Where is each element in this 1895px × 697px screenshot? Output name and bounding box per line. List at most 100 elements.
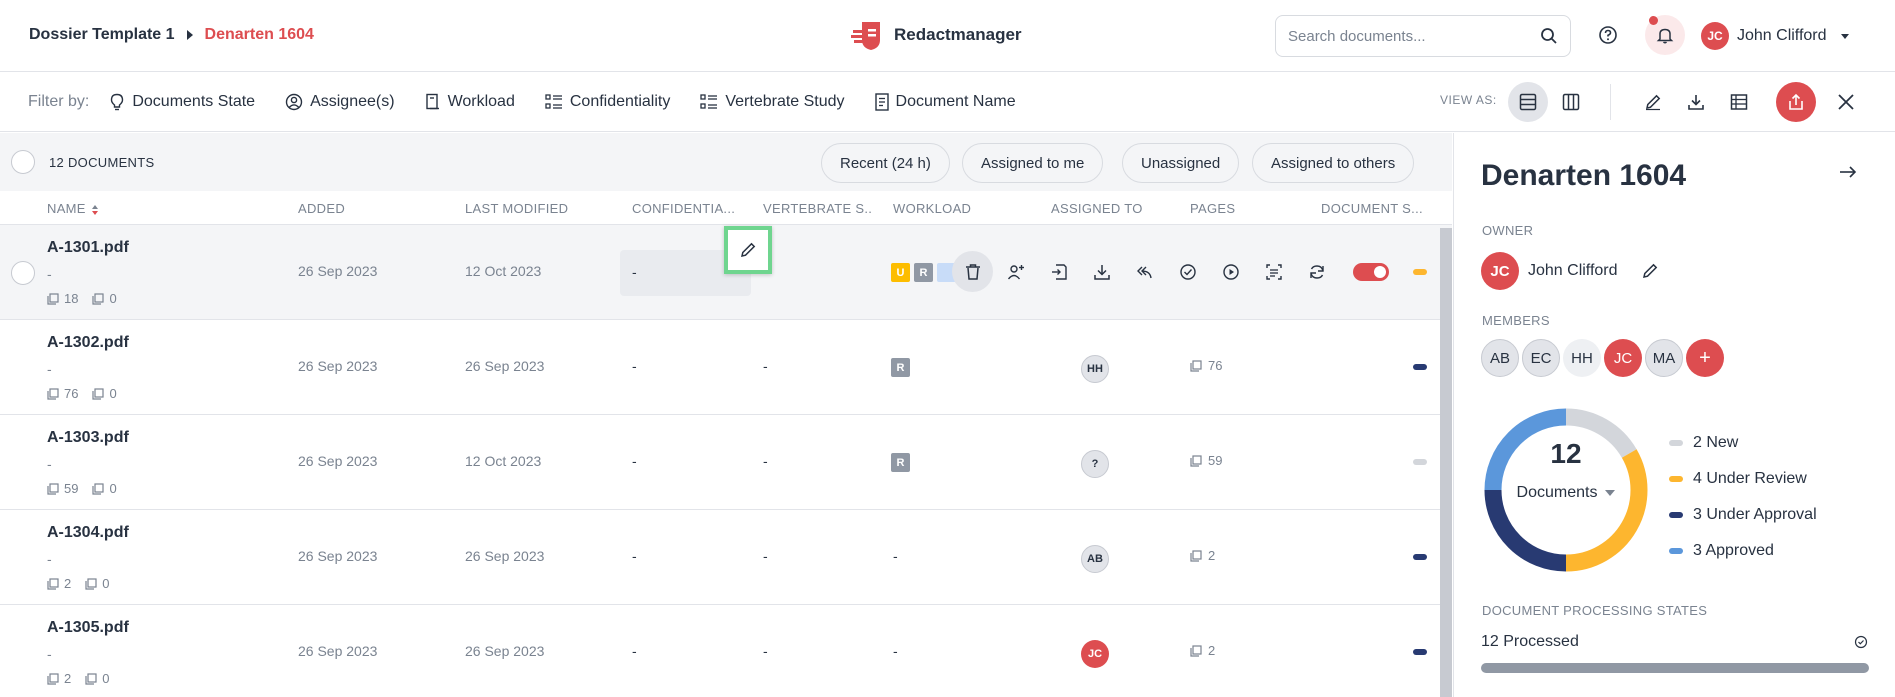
member-avatar[interactable]: EC — [1522, 339, 1560, 377]
help-button[interactable] — [1588, 15, 1628, 55]
reprocess-button[interactable] — [1296, 251, 1337, 292]
document-list: 12 DOCUMENTS Recent (24 h) Assigned to m… — [0, 133, 1452, 697]
user-name: John Clifford — [1737, 27, 1827, 44]
table-row[interactable]: A-1304.pdf - 2 0 26 Sep 2023 26 Sep 2023… — [0, 510, 1452, 605]
workload-badge: R — [891, 453, 910, 472]
select-all-checkbox[interactable] — [11, 150, 35, 174]
quick-filter-assigned-to-others[interactable]: Assigned to others — [1252, 143, 1415, 183]
quick-filter-assigned-to-me[interactable]: Assigned to me — [962, 143, 1104, 183]
pencil-icon[interactable] — [1641, 262, 1659, 280]
document-state-indicator — [1413, 269, 1427, 275]
breadcrumb-parent[interactable]: Dossier Template 1 — [29, 26, 175, 44]
processing-label: DOCUMENT PROCESSING STATES — [1482, 603, 1708, 618]
list-scrollbar[interactable] — [1440, 228, 1452, 697]
pencil-icon — [741, 242, 756, 257]
legend-item[interactable]: 2 New — [1669, 425, 1817, 461]
filter-document-name[interactable]: Document Name — [874, 92, 1016, 111]
quick-filter-unassigned[interactable]: Unassigned — [1122, 143, 1240, 183]
assignee-avatar[interactable]: ? — [1081, 450, 1109, 478]
quick-filter-recent[interactable]: Recent (24 h) — [821, 143, 950, 183]
file-meta: 2 0 — [47, 671, 109, 686]
reply-all-button[interactable] — [1124, 251, 1165, 292]
start-button[interactable] — [1210, 251, 1251, 292]
filter-documents-state[interactable]: Documents State — [109, 93, 255, 111]
column-pages[interactable]: PAGES — [1190, 201, 1235, 216]
pages-cell: 76 — [1190, 358, 1222, 373]
legend-item[interactable]: 3 Approved — [1669, 533, 1817, 569]
legend-item[interactable]: 4 Under Review — [1669, 461, 1817, 497]
table-row[interactable]: A-1303.pdf - 59 0 26 Sep 2023 12 Oct 202… — [0, 415, 1452, 510]
table-view-button[interactable] — [1719, 82, 1759, 122]
member-avatar[interactable]: AB — [1481, 339, 1519, 377]
member-avatar[interactable]: MA — [1645, 339, 1683, 377]
ocr-button[interactable] — [1253, 251, 1294, 292]
filter-vertebrate-study[interactable]: Vertebrate Study — [700, 93, 845, 111]
table-row[interactable]: A-1302.pdf - 76 0 26 Sep 2023 26 Sep 202… — [0, 320, 1452, 415]
column-workload[interactable]: WORKLOAD — [893, 201, 971, 216]
column-name[interactable]: NAME — [47, 201, 98, 216]
assign-user-button[interactable] — [995, 251, 1036, 292]
workload-badge: R — [891, 358, 910, 377]
column-added[interactable]: ADDED — [298, 201, 345, 216]
column-last-modified[interactable]: LAST MODIFIED — [465, 201, 568, 216]
file-name[interactable]: A-1304.pdf — [47, 524, 129, 542]
breadcrumb-current[interactable]: Denarten 1604 — [205, 26, 314, 44]
member-avatar[interactable]: JC — [1604, 339, 1642, 377]
check-circle-icon — [1854, 635, 1868, 649]
import-button[interactable] — [1038, 251, 1079, 292]
pages-icon — [1190, 644, 1202, 657]
assignee-avatar[interactable]: AB — [1081, 545, 1109, 573]
view-as-label: VIEW AS: — [1440, 93, 1497, 107]
view-board-button[interactable] — [1551, 82, 1591, 122]
assignee-avatar[interactable]: HH — [1081, 355, 1109, 383]
lightbulb-icon — [111, 93, 124, 110]
table-icon — [1730, 94, 1748, 110]
document-icon — [874, 92, 889, 111]
download-button[interactable] — [1676, 82, 1716, 122]
edit-dossier-button[interactable] — [1633, 82, 1673, 122]
search-input[interactable] — [1288, 27, 1540, 45]
file-meta: 76 0 — [47, 386, 117, 401]
filter-workload[interactable]: Workload — [425, 93, 515, 111]
column-document-state[interactable]: DOCUMENT S... — [1321, 201, 1426, 216]
file-name[interactable]: A-1303.pdf — [47, 429, 129, 447]
confidentiality-value: - — [632, 264, 637, 280]
app-logo[interactable]: Redactmanager — [850, 18, 1022, 52]
filter-assignees[interactable]: Assignee(s) — [285, 93, 395, 111]
file-name[interactable]: A-1301.pdf — [47, 239, 129, 257]
added-date: 26 Sep 2023 — [298, 263, 378, 279]
legend-item[interactable]: 3 Under Approval — [1669, 497, 1817, 533]
notifications-button[interactable] — [1645, 15, 1685, 55]
user-menu[interactable]: JC John Clifford — [1701, 22, 1849, 50]
added-date: 26 Sep 2023 — [298, 453, 378, 469]
view-list-button[interactable] — [1508, 82, 1548, 122]
download-file-button[interactable] — [1081, 251, 1122, 292]
column-assigned-to[interactable]: ASSIGNED TO — [1051, 201, 1143, 216]
approve-button[interactable] — [1167, 251, 1208, 292]
row-checkbox[interactable] — [11, 261, 35, 285]
exclude-toggle[interactable] — [1353, 262, 1389, 281]
delete-button[interactable] — [952, 251, 993, 292]
list-view-icon — [1519, 93, 1537, 111]
column-vertebrate-study[interactable]: VERTEBRATE S... — [763, 201, 871, 216]
file-meta: 18 0 — [47, 291, 117, 306]
file-subtitle: - — [47, 456, 52, 472]
file-name[interactable]: A-1305.pdf — [47, 619, 129, 637]
collapse-panel-icon[interactable] — [1839, 165, 1857, 179]
close-button[interactable] — [1826, 82, 1866, 122]
column-confidentiality[interactable]: CONFIDENTIA... — [632, 201, 737, 216]
assignee-avatar[interactable]: JC — [1081, 640, 1109, 668]
edit-confidentiality-button[interactable] — [724, 226, 772, 274]
file-name[interactable]: A-1302.pdf — [47, 334, 129, 352]
scan-text-icon — [1265, 263, 1282, 280]
owner: JC John Clifford — [1481, 252, 1659, 290]
search-icon[interactable] — [1540, 27, 1558, 45]
table-row[interactable]: A-1305.pdf - 2 0 26 Sep 2023 26 Sep 2023… — [0, 605, 1452, 697]
export-button[interactable] — [1776, 82, 1816, 122]
donut-label[interactable]: Documents — [1481, 484, 1651, 502]
filter-confidentiality[interactable]: Confidentiality — [545, 93, 670, 111]
document-count: 12 DOCUMENTS — [49, 155, 155, 170]
member-avatar[interactable]: HH — [1563, 339, 1601, 377]
legend-swatch — [1669, 548, 1683, 554]
add-member-button[interactable]: + — [1686, 339, 1724, 377]
